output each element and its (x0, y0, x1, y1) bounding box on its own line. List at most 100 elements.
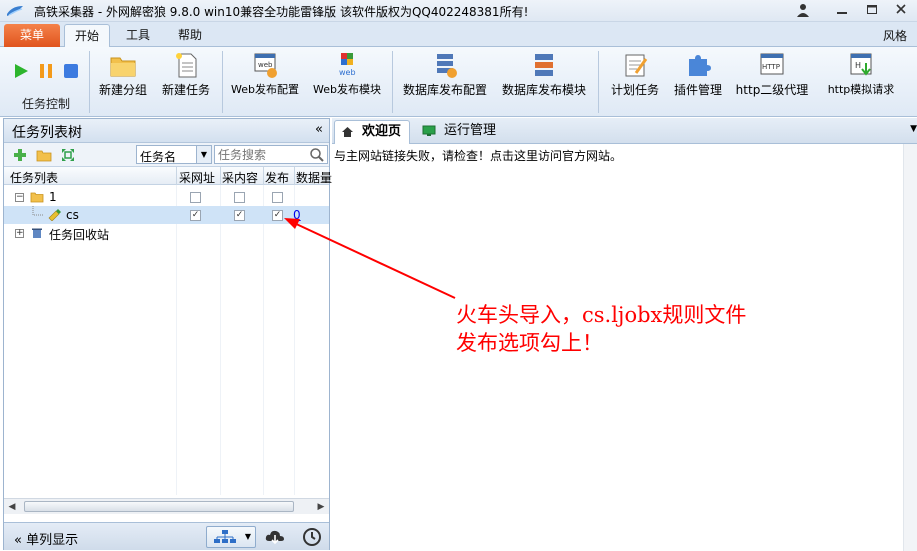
recycle-bin-icon (32, 228, 42, 238)
open-folder-icon[interactable] (36, 147, 52, 163)
schedule-icon (625, 54, 648, 77)
puzzle-icon (689, 55, 711, 76)
monitor-icon (422, 125, 436, 136)
schedule-task-button[interactable]: 计划任务 (607, 51, 663, 98)
http-proxy-icon: HTTP (760, 53, 784, 75)
collect-content-checkbox[interactable]: ✓ (234, 210, 245, 221)
annotation-line-1: 火车头导入，cs.ljobx规则文件 (456, 303, 747, 327)
tree-node-label: 1 (49, 190, 57, 204)
task-grid-header: 任务列表 采网址 采内容 发布 数据量 (4, 167, 332, 186)
scroll-right-icon[interactable]: ▶ (316, 502, 326, 512)
user-icon[interactable] (795, 3, 811, 19)
tab-help[interactable]: 帮助 (168, 24, 212, 47)
home-icon (342, 127, 353, 137)
svg-text:H: H (855, 61, 861, 70)
ribbon-toolbar: 任务控制 新建分组 新建任务 web Web发布配置 web Web发布模块 数… (0, 47, 917, 117)
style-menu[interactable]: 风格 (883, 27, 907, 44)
pause-icon[interactable] (38, 63, 54, 79)
tab-tools[interactable]: 工具 (116, 24, 160, 47)
http-simulate-button[interactable]: H http模拟请求 (820, 51, 902, 97)
web-module-icon: web (339, 53, 356, 77)
task-tree-title: 任务列表树 (12, 125, 82, 141)
new-group-button[interactable]: 新建分组 (97, 51, 149, 98)
column-header-collect-url[interactable]: 采网址 (179, 169, 215, 186)
restore-icon[interactable] (864, 3, 880, 19)
column-header-data-count[interactable]: 数据量 (296, 169, 332, 186)
stop-icon[interactable] (63, 63, 79, 79)
task-tree-footer: « 单列显示 ▼ (4, 522, 329, 550)
tree-row-recycle-bin[interactable]: + 任务回收站 (4, 224, 329, 242)
collect-url-checkbox[interactable]: ✓ (190, 210, 201, 221)
collapse-panel-icon[interactable]: « (315, 122, 323, 137)
scroll-left-icon[interactable]: ◀ (7, 502, 17, 512)
tab-start[interactable]: 开始 (64, 24, 110, 47)
tab-run-management[interactable]: 运行管理 (418, 120, 518, 144)
svg-text:web: web (339, 68, 356, 77)
tab-list-dropdown-icon[interactable]: ▼ (910, 124, 917, 134)
ribbon-tab-row: 菜单 开始 工具 帮助 风格 (0, 22, 917, 47)
collect-content-checkbox[interactable] (234, 192, 245, 203)
connection-failed-message[interactable]: 与主网站链接失败，请检查！点击这里访问官方网站。 (334, 147, 622, 164)
expand-all-icon[interactable] (60, 147, 76, 163)
tree-layout-icon (214, 530, 236, 543)
folder-icon (110, 57, 136, 77)
cloud-download-icon[interactable] (265, 527, 285, 547)
new-document-icon (176, 53, 197, 78)
column-header-publish[interactable]: 发布 (265, 169, 289, 186)
single-column-toggle[interactable]: « 单列显示 (14, 529, 78, 548)
task-tree-panel: 任务列表树 « 任务名 ▼ 任务列表 采网址 采内容 发布 数据量 − 1 (3, 118, 332, 550)
expand-node-icon[interactable]: + (15, 229, 24, 238)
collapse-node-icon[interactable]: − (15, 193, 24, 202)
run-icon[interactable] (13, 63, 29, 79)
task-pencil-icon (48, 209, 61, 221)
svg-text:HTTP: HTTP (762, 63, 780, 71)
task-tree-header: 任务列表树 « (4, 119, 329, 143)
tree-node-label: cs (66, 208, 79, 222)
tree-node-label: 任务回收站 (49, 228, 110, 242)
task-search-input[interactable] (215, 146, 309, 163)
web-config-icon: web (254, 53, 277, 78)
vertical-scrollbar[interactable] (903, 144, 917, 551)
column-header-task-list[interactable]: 任务列表 (10, 169, 58, 186)
tree-row-task[interactable]: cs ✓ ✓ ✓ 0 (4, 206, 329, 224)
web-publish-config-button[interactable]: web Web发布配置 (229, 51, 301, 97)
collect-url-checkbox[interactable] (190, 192, 201, 203)
tree-connector (32, 206, 44, 216)
search-field-select[interactable]: 任务名 ▼ (136, 145, 212, 164)
clock-icon[interactable] (302, 527, 322, 547)
folder-icon (30, 192, 44, 203)
column-header-collect-content[interactable]: 采内容 (222, 169, 258, 186)
close-icon[interactable] (893, 3, 909, 19)
tab-welcome[interactable]: 欢迎页 (334, 120, 410, 144)
chevron-down-icon: ▼ (244, 532, 251, 541)
horizontal-scrollbar[interactable]: ◀ ▶ (4, 498, 329, 514)
search-icon[interactable] (309, 147, 325, 163)
new-task-button[interactable]: 新建任务 (160, 51, 212, 98)
http-proxy-button[interactable]: HTTP http二级代理 (733, 51, 811, 98)
task-tree-toolbar: 任务名 ▼ (4, 143, 329, 167)
scrollbar-thumb[interactable] (24, 501, 294, 512)
database-config-icon (437, 54, 457, 78)
db-publish-module-button[interactable]: 数据库发布模块 (499, 51, 589, 98)
chevron-down-icon[interactable]: ▼ (196, 146, 211, 163)
app-logo-icon (7, 6, 23, 16)
group-label-task-control: 任务控制 (22, 97, 71, 111)
publish-checkbox[interactable]: ✓ (272, 210, 283, 221)
plugin-manage-button[interactable]: 插件管理 (670, 51, 726, 98)
data-count-link[interactable]: 0 (293, 208, 301, 222)
task-search-box (214, 145, 328, 164)
publish-checkbox[interactable] (272, 192, 283, 203)
menu-button[interactable]: 菜单 (4, 24, 60, 47)
tree-layout-dropdown[interactable]: ▼ (206, 526, 256, 548)
title-bar: 高铁采集器 - 外网解密狼 9.8.0 win10兼容全功能雷锋版 该软件版权为… (0, 0, 917, 22)
annotation-text: 火车头导入，cs.ljobx规则文件 发布选项勾上！ (456, 301, 746, 357)
web-publish-module-button[interactable]: web Web发布模块 (311, 51, 383, 97)
document-tab-bar: 欢迎页 运行管理 ▼ (332, 118, 917, 144)
db-publish-config-button[interactable]: 数据库发布配置 (400, 51, 490, 98)
add-icon[interactable] (12, 147, 28, 163)
http-request-icon: H (850, 53, 872, 76)
tree-row-folder[interactable]: − 1 (4, 188, 329, 206)
minimize-icon[interactable] (834, 3, 850, 19)
annotation-line-2: 发布选项勾上！ (456, 331, 603, 355)
window-title: 高铁采集器 - 外网解密狼 9.8.0 win10兼容全功能雷锋版 该软件版权为… (34, 5, 529, 19)
